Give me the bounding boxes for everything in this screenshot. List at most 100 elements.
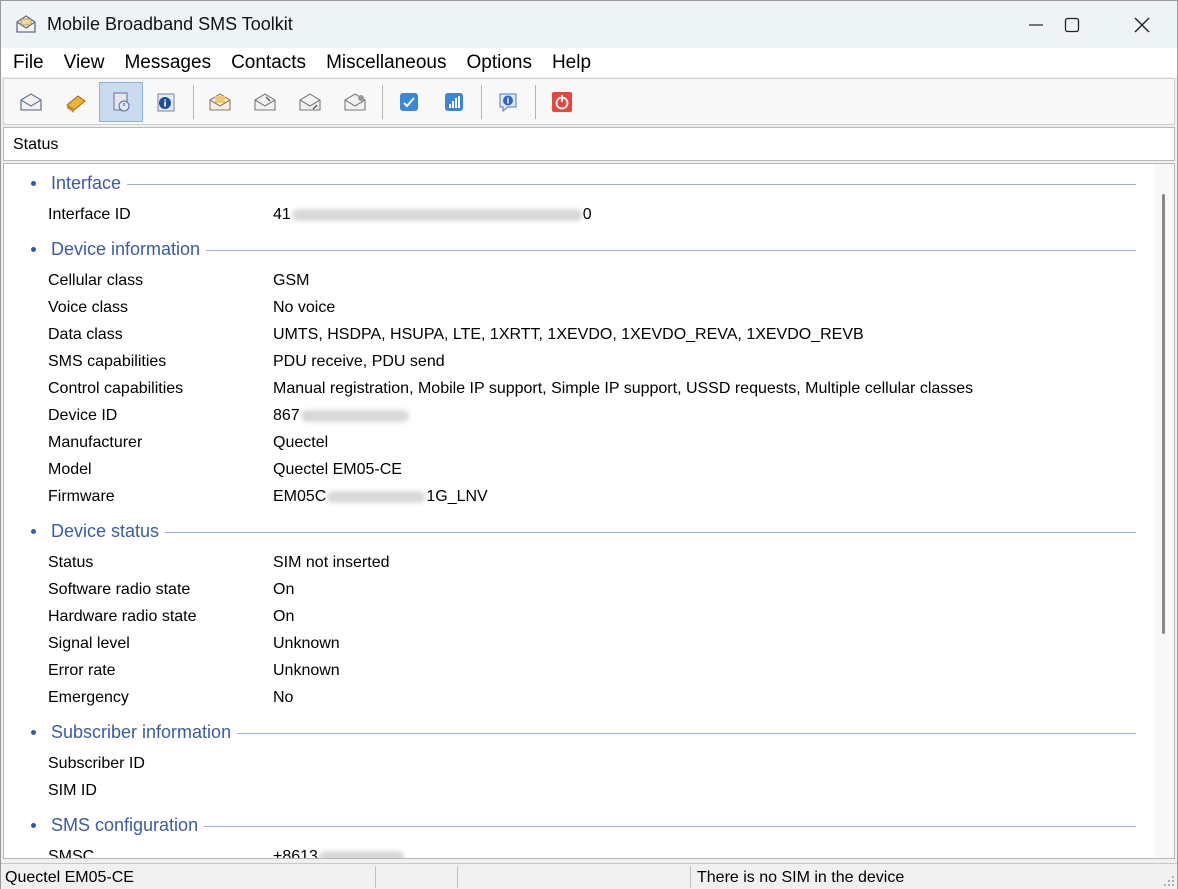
- status-button[interactable]: [99, 81, 143, 122]
- window-title: Mobile Broadband SMS Toolkit: [47, 14, 293, 34]
- section-title: Subscriber information: [51, 721, 232, 742]
- section-sms-configuration: SMS configuration: [24, 813, 1136, 837]
- sent-icon: [344, 92, 366, 111]
- signal-button[interactable]: [432, 82, 476, 122]
- menu-view[interactable]: View: [54, 48, 115, 77]
- row-value: No: [273, 689, 294, 706]
- title-bar[interactable]: Mobile Broadband SMS Toolkit: [1, 1, 1177, 48]
- new-message-button[interactable]: [198, 82, 242, 122]
- power-icon: [552, 91, 572, 112]
- redacted-blur: [327, 490, 426, 503]
- section-bullet: [31, 246, 36, 252]
- inbox-icon: [254, 92, 276, 111]
- section-interface: Interface: [24, 171, 1136, 195]
- redacted-blur: [318, 850, 404, 858]
- row-label: Firmware: [48, 488, 115, 505]
- row-value: Unknown: [273, 635, 340, 652]
- section-title: Interface: [51, 172, 122, 193]
- status-bar: Quectel EM05-CE There is no SIM in the d…: [1, 863, 1177, 889]
- section-divider: [165, 531, 1136, 533]
- row-label: Error rate: [48, 662, 116, 679]
- status-panel[interactable]: Interface Interface ID 41 0 Device inform…: [3, 163, 1175, 859]
- statusbar-device: Quectel EM05-CE: [5, 869, 134, 886]
- section-device-information: Device information: [24, 237, 1136, 261]
- row-value: SIM not inserted: [273, 554, 390, 571]
- section-bullet: [31, 822, 36, 828]
- row-value: GSM: [273, 272, 310, 289]
- contacts-button[interactable]: [54, 82, 98, 122]
- sent-button[interactable]: [333, 82, 377, 122]
- device-info-button[interactable]: i: [144, 82, 188, 122]
- section-divider: [237, 732, 1136, 734]
- row-label: Model: [48, 461, 92, 478]
- signal-icon: [445, 92, 463, 111]
- vertical-scrollbar[interactable]: [1154, 164, 1174, 858]
- row-value: No voice: [273, 299, 336, 316]
- maximize-icon: [1064, 17, 1080, 32]
- maximize-button[interactable]: [1037, 1, 1107, 48]
- row-label: Subscriber ID: [48, 755, 145, 772]
- menu-contacts[interactable]: Contacts: [221, 48, 316, 77]
- contacts-book-icon: [66, 94, 86, 113]
- row-label: Data class: [48, 326, 123, 343]
- row-label: Device ID: [48, 407, 118, 424]
- about-icon: i: [499, 93, 517, 112]
- row-value: PDU receive, PDU send: [273, 353, 445, 370]
- row-value: On: [273, 581, 295, 598]
- ussd-button[interactable]: [387, 82, 431, 122]
- toolbar-separator: [382, 84, 383, 119]
- section-title: Device status: [51, 520, 160, 541]
- section-title: Device information: [51, 238, 201, 259]
- envelope-button[interactable]: [9, 82, 53, 122]
- row-label: Manufacturer: [48, 434, 143, 451]
- section-subscriber-information: Subscriber information: [24, 720, 1136, 744]
- row-value: +8613: [273, 845, 405, 858]
- section-bullet: [31, 180, 36, 186]
- row-value: Manual registration, Mobile IP support, …: [273, 380, 974, 397]
- outbox-button[interactable]: [288, 82, 332, 122]
- section-title: SMS configuration: [51, 814, 199, 835]
- envelope-icon: [20, 92, 42, 111]
- statusbar-divider: [690, 866, 691, 888]
- toolbar-separator: [193, 84, 194, 119]
- row-value: EM05C 1G_LNV: [273, 485, 488, 509]
- row-label: SIM ID: [48, 782, 97, 799]
- menu-options[interactable]: Options: [456, 48, 541, 77]
- exit-button[interactable]: [540, 82, 584, 122]
- scrollbar-thumb[interactable]: [1162, 194, 1165, 634]
- svg-text:i: i: [163, 99, 166, 109]
- row-label: Status: [48, 554, 94, 571]
- value-visible-suffix: 1G_LNV: [426, 488, 488, 505]
- row-label: Hardware radio state: [48, 608, 197, 625]
- inbox-button[interactable]: [243, 82, 287, 122]
- section-bullet: [31, 528, 36, 534]
- resize-grip-icon[interactable]: [1163, 875, 1175, 887]
- section-divider: [206, 249, 1136, 251]
- row-value: Quectel: [273, 434, 329, 451]
- row-label: Software radio state: [48, 581, 191, 598]
- value-visible-prefix: 867: [273, 407, 300, 424]
- section-bullet: [31, 729, 36, 735]
- new-message-icon: [209, 92, 231, 111]
- device-info-icon: i: [157, 93, 175, 111]
- menu-file[interactable]: File: [3, 48, 54, 77]
- menu-miscellaneous[interactable]: Miscellaneous: [316, 48, 456, 77]
- menu-bar: File View Messages Contacts Miscellaneou…: [1, 48, 1177, 77]
- close-button[interactable]: [1107, 1, 1177, 48]
- row-label: Signal level: [48, 635, 130, 652]
- row-label: Emergency: [48, 689, 129, 706]
- statusbar-message: There is no SIM in the device: [697, 869, 905, 886]
- status-icon: [113, 92, 130, 111]
- row-value: 867: [273, 404, 410, 428]
- menu-help[interactable]: Help: [542, 48, 601, 77]
- row-label: Cellular class: [48, 272, 144, 289]
- svg-text:i: i: [507, 96, 510, 105]
- row-value: UMTS, HSDPA, HSUPA, LTE, 1XRTT, 1XEVDO, …: [273, 326, 864, 343]
- section-divider: [204, 825, 1136, 827]
- row-value: On: [273, 608, 295, 625]
- row-label: SMS capabilities: [48, 353, 167, 370]
- outbox-icon: [299, 92, 321, 111]
- menu-messages[interactable]: Messages: [114, 48, 221, 77]
- app-window: Mobile Broadband SMS Toolkit File View M…: [0, 0, 1178, 889]
- about-button[interactable]: i: [486, 82, 530, 122]
